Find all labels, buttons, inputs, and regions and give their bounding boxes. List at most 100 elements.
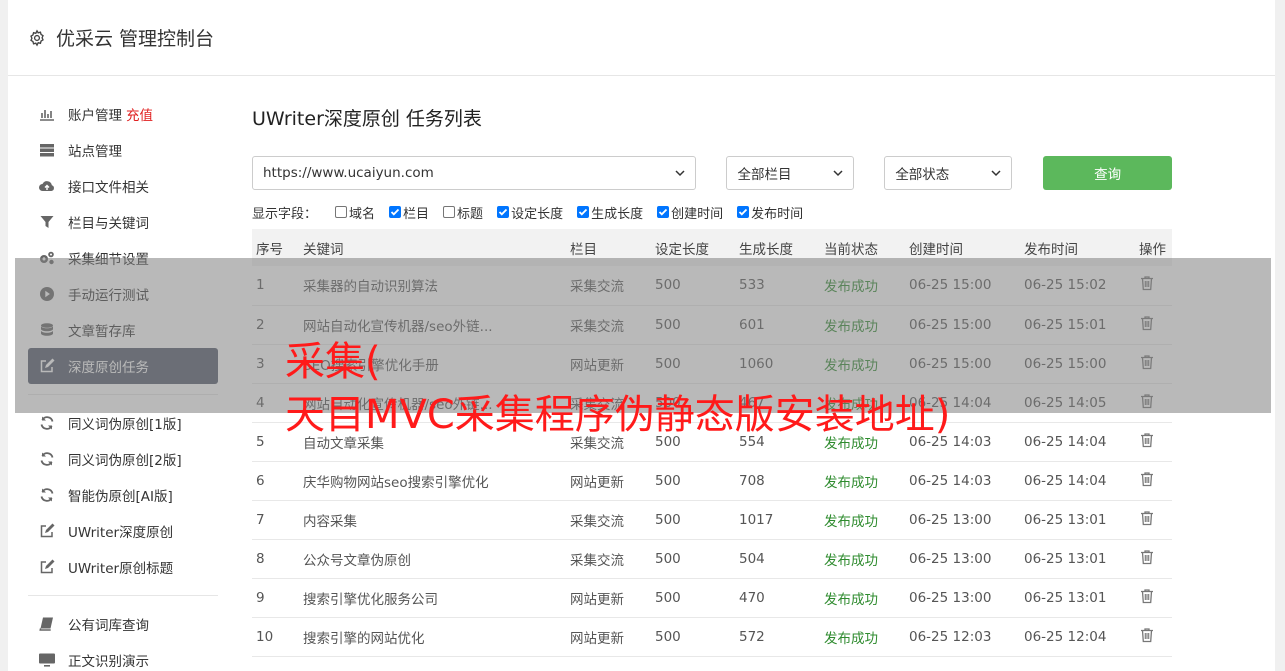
trash-icon[interactable]	[1139, 510, 1155, 526]
action-cell	[1135, 539, 1172, 578]
field-checkbox-4[interactable]: 设定长度	[497, 203, 563, 222]
field-checkbox-label: 标题	[457, 206, 484, 222]
site-select-value: https://www.ucaiyun.com	[263, 165, 434, 181]
table-cell: 06-25 14:03	[909, 472, 992, 489]
column-select[interactable]: 全部栏目	[726, 156, 855, 190]
checkbox-unchecked[interactable]	[443, 206, 456, 218]
table-cell: 06-25 13:01	[1024, 550, 1107, 567]
table-cell: 06-25 12:04	[1024, 628, 1107, 645]
table-cell: 发布成功	[824, 474, 878, 491]
checkbox-checked[interactable]	[577, 206, 590, 218]
gear-icon	[28, 28, 46, 47]
table-cell: 采集交流	[570, 513, 624, 530]
bar-chart-icon	[38, 105, 56, 123]
checkbox-checked[interactable]	[497, 206, 510, 218]
table-cell: 500	[655, 628, 681, 645]
site-select[interactable]: https://www.ucaiyun.com	[252, 156, 697, 190]
table-cell: 网站更新	[570, 630, 624, 647]
table-cell: 发布成功	[824, 513, 878, 530]
table-row: 7 内容采集 采集交流 500 1017 发布成功 06-25 13:00 06-25 13:…	[252, 500, 1172, 539]
action-cell	[1135, 578, 1172, 617]
sidebar-item-label: 栏目与关键词	[68, 216, 149, 232]
field-checkbox-label: 发布时间	[751, 206, 804, 222]
trash-icon[interactable]	[1139, 471, 1155, 487]
header: 优采云 管理控制台	[8, 0, 1275, 76]
checkbox-checked[interactable]	[657, 206, 670, 218]
recharge-link[interactable]: 充值	[126, 104, 153, 124]
table-row: 6 庆华购物网站seo搜索引擎优化 网站更新 500 708 发布成功 06-25 14:0…	[252, 461, 1172, 500]
field-checkbox-5[interactable]: 生成长度	[577, 203, 643, 222]
sidebar-item-15[interactable]: 正文识别演示	[28, 642, 218, 671]
overlay-line-2: 天目MVC采集程序伪静态版安装地址)	[285, 392, 951, 438]
table-cell: 500	[655, 589, 681, 606]
book-icon	[38, 615, 56, 633]
table-cell: 采集交流	[570, 552, 624, 569]
sidebar-item-14[interactable]: 公有词库查询	[28, 606, 218, 642]
refresh-icon	[38, 450, 56, 468]
table-cell: 10	[256, 628, 274, 645]
edit-icon	[38, 522, 56, 540]
filter-bar: https://www.ucaiyun.com 全部栏目 全部状态 查询	[252, 156, 1172, 190]
server-icon	[38, 141, 56, 159]
filter-icon	[38, 213, 56, 231]
app-title: 优采云 管理控制台	[56, 28, 215, 50]
field-checkbox-2[interactable]: 栏目	[389, 203, 429, 222]
status-select[interactable]: 全部状态	[884, 156, 1013, 190]
table-cell: 572	[739, 628, 765, 645]
table-cell: 发布成功	[824, 591, 878, 608]
checkbox-unchecked[interactable]	[335, 206, 348, 218]
sidebar-item-label: 站点管理	[68, 144, 122, 160]
table-cell: 500	[655, 550, 681, 567]
sidebar-item-2[interactable]: 站点管理	[28, 132, 218, 168]
trash-icon[interactable]	[1139, 627, 1155, 643]
field-checkbox-label: 栏目	[403, 206, 430, 222]
table-cell: 500	[655, 472, 681, 489]
query-button[interactable]: 查询	[1043, 156, 1172, 190]
trash-icon[interactable]	[1139, 432, 1155, 448]
table-cell: 470	[739, 589, 765, 606]
table-cell: 9	[256, 589, 265, 606]
sidebar-item-1[interactable]: 账户管理 充值	[28, 96, 218, 132]
chevron-down-icon	[833, 170, 843, 177]
column-select-value: 全部栏目	[737, 167, 792, 183]
status-select-value: 全部状态	[895, 167, 950, 183]
table-cell: 06-25 13:01	[1024, 511, 1107, 528]
table-cell: 发布成功	[824, 630, 878, 647]
table-row: 9 搜索引擎优化服务公司 网站更新 500 470 发布成功 06-25 13:00 06-2…	[252, 578, 1172, 617]
field-checkbox-label: 设定长度	[511, 206, 564, 222]
sidebar-item-12[interactable]: UWriter深度原创	[28, 513, 218, 549]
sidebar-item-label: 智能伪原创[AI版]	[68, 489, 173, 505]
field-checkbox-3[interactable]: 标题	[443, 203, 483, 222]
field-checkbox-label: 域名	[349, 206, 376, 222]
overlay-caption: 采集( 天目MVC采集程序伪静态版安装地址)	[285, 336, 950, 442]
table-cell: 公众号文章伪原创	[303, 552, 411, 569]
table-cell: 7	[256, 511, 265, 528]
trash-icon[interactable]	[1139, 549, 1155, 565]
table-cell: 708	[739, 472, 765, 489]
table-cell: 06-25 13:00	[909, 511, 992, 528]
table-cell: 504	[739, 550, 765, 567]
field-checkbox-1[interactable]: 域名	[335, 203, 375, 222]
refresh-icon	[38, 486, 56, 504]
sidebar-item-13[interactable]: UWriter原创标题	[28, 549, 218, 585]
field-checkbox-7[interactable]: 发布时间	[737, 203, 803, 222]
sidebar-item-label: UWriter原创标题	[68, 561, 174, 577]
checkbox-checked[interactable]	[389, 206, 402, 218]
table-cell: 6	[256, 472, 265, 489]
field-checkbox-6[interactable]: 创建时间	[657, 203, 723, 222]
sidebar-item-10[interactable]: 同义词伪原创[2版]	[28, 441, 218, 477]
sidebar-item-4[interactable]: 栏目与关键词	[28, 204, 218, 240]
checkbox-checked[interactable]	[737, 206, 750, 218]
sidebar-item-label: 账户管理	[68, 108, 122, 124]
display-fields: 显示字段： 域名 栏目 标题 设定长度 生成长度 创建时间 发布时间	[252, 202, 1172, 222]
sidebar-separator	[28, 595, 218, 596]
cloud-upload-icon	[38, 177, 56, 195]
action-cell	[1135, 617, 1172, 656]
table-cell: 500	[655, 511, 681, 528]
trash-icon[interactable]	[1139, 588, 1155, 604]
sidebar-item-label: 同义词伪原创[1版]	[68, 417, 182, 433]
sidebar-item-11[interactable]: 智能伪原创[AI版]	[28, 477, 218, 513]
sidebar-item-label: 正文识别演示	[68, 654, 149, 670]
table-cell: 网站更新	[570, 591, 624, 608]
sidebar-item-3[interactable]: 接口文件相关	[28, 168, 218, 204]
